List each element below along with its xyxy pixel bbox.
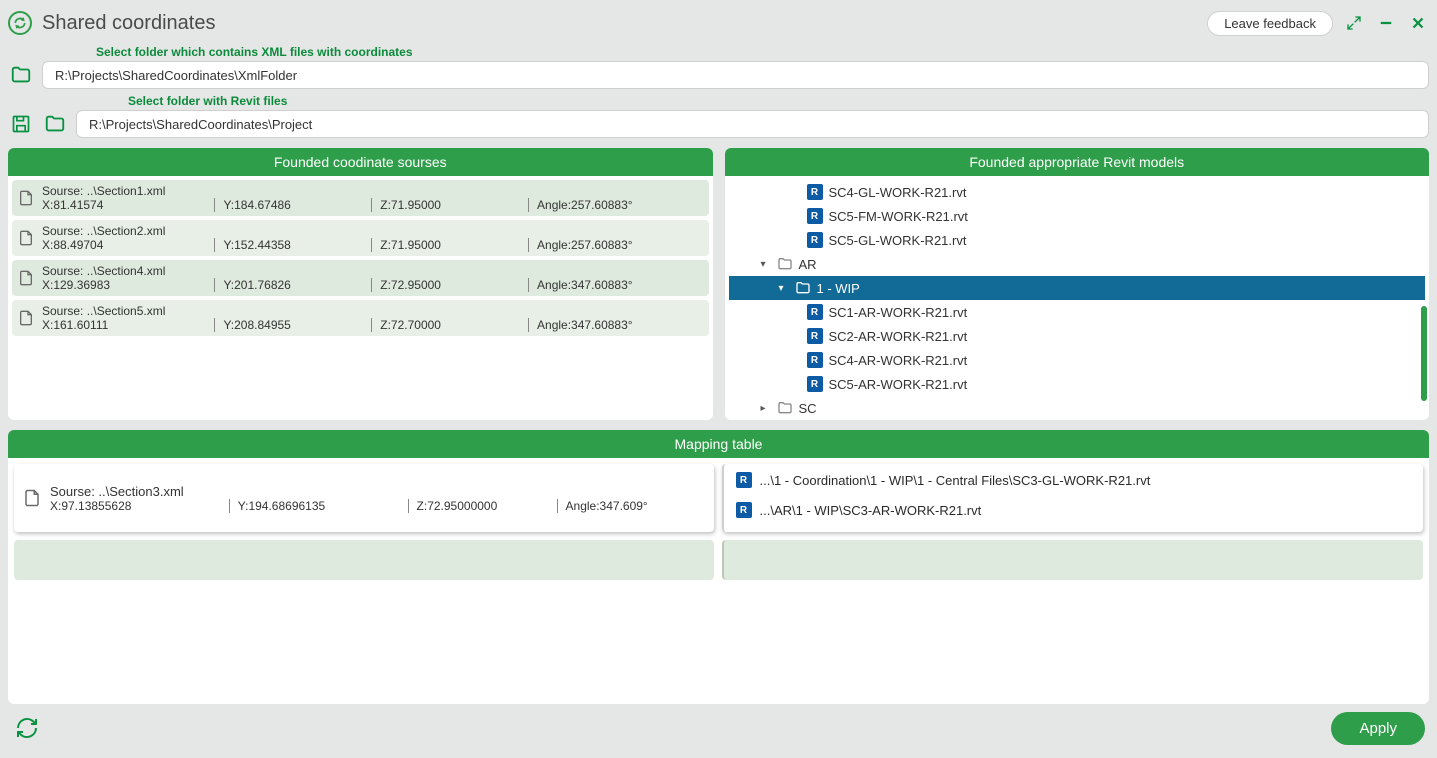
- tree-file-label: SC5-GL-WORK-R21.rvt: [829, 233, 967, 248]
- source-path: Sourse: ..\Section5.xml: [42, 304, 701, 318]
- mapped-model-path: ...\AR\1 - WIP\SC3-AR-WORK-R21.rvt: [760, 503, 982, 518]
- source-y: Y:152.44358: [214, 238, 371, 252]
- mapping-source-path: Sourse: ..\Section3.xml: [50, 484, 705, 499]
- sources-header: Founded coodinate sourses: [8, 148, 713, 176]
- close-icon[interactable]: [1407, 12, 1429, 34]
- tree-file-label: SC5-AR-WORK-R21.rvt: [829, 377, 968, 392]
- mapping-y: Y:194.68696135: [229, 499, 408, 513]
- tree-file-label: SC5-FM-WORK-R21.rvt: [829, 209, 968, 224]
- source-z: Z:72.70000: [371, 318, 528, 332]
- source-angle: Angle:257.60883°: [528, 198, 700, 212]
- mapping-angle: Angle:347.609°: [557, 499, 706, 513]
- revit-file-icon: R: [807, 328, 823, 344]
- source-z: Z:71.95000: [371, 198, 528, 212]
- caret-right-icon[interactable]: [761, 403, 771, 414]
- revit-models-panel: Founded appropriate Revit models R SC4-GL…: [725, 148, 1430, 420]
- source-row[interactable]: Sourse: ..\Section5.xmlX:161.60111Y:208.…: [12, 300, 709, 336]
- tree-folder-label: 1 - WIP: [817, 281, 860, 296]
- source-x: X:129.36983: [42, 278, 214, 292]
- source-angle: Angle:347.60883°: [528, 318, 700, 332]
- file-icon: [16, 227, 36, 249]
- tree-node[interactable]: R SC1-AR-WORK-R21.rvt: [729, 300, 1426, 324]
- mapping-z: Z:72.95000000: [408, 499, 557, 513]
- revit-folder-input[interactable]: R:\Projects\SharedCoordinates\Project: [76, 110, 1429, 138]
- source-path: Sourse: ..\Section1.xml: [42, 184, 701, 198]
- source-x: X:161.60111: [42, 318, 214, 332]
- tree-node-selected[interactable]: 1 - WIP: [729, 276, 1426, 300]
- revit-file-icon: R: [736, 502, 752, 518]
- revit-file-icon: R: [807, 304, 823, 320]
- folder-icon: [795, 280, 811, 296]
- tree-node[interactable]: R SC5-FM-WORK-R21.rvt: [729, 204, 1426, 228]
- file-icon: [22, 487, 42, 509]
- source-z: Z:72.95000: [371, 278, 528, 292]
- tree-node[interactable]: R SC5-GL-WORK-R21.rvt: [729, 228, 1426, 252]
- source-y: Y:208.84955: [214, 318, 371, 332]
- mapped-model-path: ...\1 - Coordination\1 - WIP\1 - Central…: [760, 473, 1151, 488]
- mapping-row[interactable]: Sourse: ..\Section3.xml X:97.13855628 Y:…: [14, 464, 1423, 532]
- tree-folder-label: SC: [799, 401, 817, 416]
- coordinate-sources-panel: Founded coodinate sourses Sourse: ..\Sec…: [8, 148, 713, 420]
- tree-node[interactable]: R SC2-AR-WORK-R21.rvt: [729, 324, 1426, 348]
- tree-folder-label: AR: [799, 257, 817, 272]
- mapping-panel: Mapping table Sourse: ..\Section3.xml X:…: [8, 430, 1429, 704]
- folder-icon: [777, 256, 793, 272]
- models-header: Founded appropriate Revit models: [725, 148, 1430, 176]
- refresh-icon[interactable]: [12, 713, 42, 743]
- model-tree[interactable]: R SC4-GL-WORK-R21.rvt R SC5-FM-WORK-R21.rvt…: [729, 180, 1426, 420]
- mapped-model-line[interactable]: R ...\AR\1 - WIP\SC3-AR-WORK-R21.rvt: [732, 498, 1416, 522]
- browse-revit-folder-icon[interactable]: [42, 111, 68, 137]
- source-y: Y:184.67486: [214, 198, 371, 212]
- window-title: Shared coordinates: [42, 12, 215, 35]
- tree-node[interactable]: AR: [729, 252, 1426, 276]
- source-angle: Angle:347.60883°: [528, 278, 700, 292]
- apply-button[interactable]: Apply: [1331, 712, 1425, 745]
- tree-node[interactable]: R SC4-AR-WORK-R21.rvt: [729, 348, 1426, 372]
- source-row[interactable]: Sourse: ..\Section1.xmlX:81.41574Y:184.6…: [12, 180, 709, 216]
- tree-node[interactable]: SC: [729, 396, 1426, 420]
- source-x: X:81.41574: [42, 198, 214, 212]
- maximize-icon[interactable]: [1343, 12, 1365, 34]
- source-path: Sourse: ..\Section2.xml: [42, 224, 701, 238]
- revit-folder-label: Select folder with Revit files: [128, 94, 287, 108]
- source-row[interactable]: Sourse: ..\Section4.xmlX:129.36983Y:201.…: [12, 260, 709, 296]
- source-angle: Angle:257.60883°: [528, 238, 700, 252]
- tree-node[interactable]: R SC4-GL-WORK-R21.rvt: [729, 180, 1426, 204]
- source-row[interactable]: Sourse: ..\Section2.xmlX:88.49704Y:152.4…: [12, 220, 709, 256]
- mapped-model-line[interactable]: R ...\1 - Coordination\1 - WIP\1 - Centra…: [732, 468, 1416, 492]
- folder-icon: [777, 400, 793, 416]
- source-path: Sourse: ..\Section4.xml: [42, 264, 701, 278]
- tree-file-label: SC4-GL-WORK-R21.rvt: [829, 185, 967, 200]
- revit-file-icon: R: [807, 232, 823, 248]
- caret-down-icon[interactable]: [779, 283, 789, 294]
- mapping-header: Mapping table: [8, 430, 1429, 458]
- file-icon: [16, 187, 36, 209]
- revit-file-icon: R: [807, 376, 823, 392]
- caret-down-icon[interactable]: [761, 259, 771, 270]
- source-x: X:88.49704: [42, 238, 214, 252]
- source-z: Z:71.95000: [371, 238, 528, 252]
- minimize-icon[interactable]: [1375, 12, 1397, 34]
- revit-file-icon: R: [807, 184, 823, 200]
- tree-file-label: SC4-AR-WORK-R21.rvt: [829, 353, 968, 368]
- xml-folder-label: Select folder which contains XML files w…: [96, 45, 413, 59]
- mapping-row-empty[interactable]: [14, 540, 1423, 580]
- leave-feedback-button[interactable]: Leave feedback: [1207, 11, 1333, 36]
- app-logo-icon: [8, 11, 32, 35]
- tree-node[interactable]: R SC5-AR-WORK-R21.rvt: [729, 372, 1426, 396]
- revit-file-icon: R: [807, 208, 823, 224]
- mapping-x: X:97.13855628: [50, 499, 229, 513]
- revit-file-icon: R: [736, 472, 752, 488]
- save-config-icon[interactable]: [8, 111, 34, 137]
- revit-file-icon: R: [807, 352, 823, 368]
- xml-folder-input[interactable]: R:\Projects\SharedCoordinates\XmlFolder: [42, 61, 1429, 89]
- tree-file-label: SC2-AR-WORK-R21.rvt: [829, 329, 968, 344]
- source-y: Y:201.76826: [214, 278, 371, 292]
- browse-xml-folder-icon[interactable]: [8, 62, 34, 88]
- tree-file-label: SC1-AR-WORK-R21.rvt: [829, 305, 968, 320]
- file-icon: [16, 267, 36, 289]
- file-icon: [16, 307, 36, 329]
